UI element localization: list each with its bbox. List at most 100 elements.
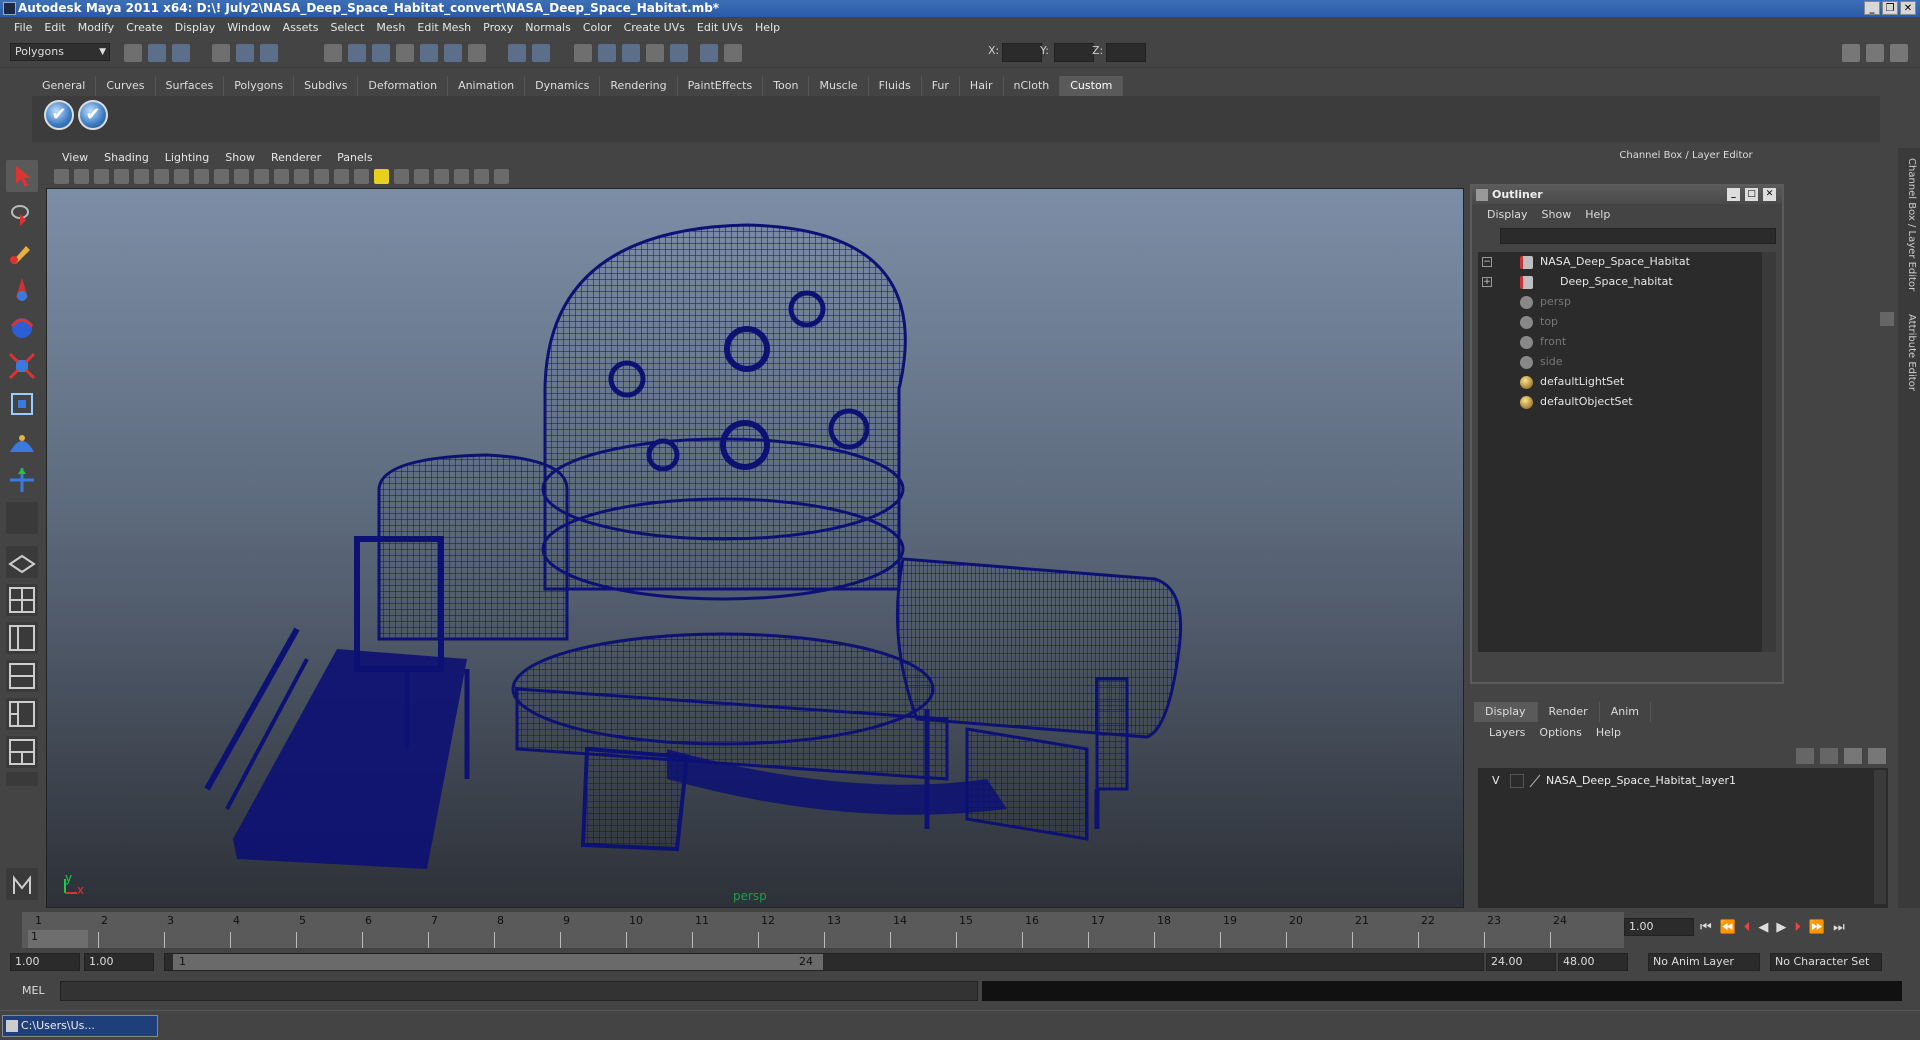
wireframe-on-shaded-icon[interactable] <box>334 169 349 184</box>
ipr-icon[interactable] <box>598 44 616 62</box>
help-icon[interactable] <box>468 44 486 62</box>
all-lights-icon[interactable] <box>394 169 409 184</box>
range-slider-handle[interactable]: 1 24 <box>173 954 823 970</box>
layer-tab-anim[interactable]: Anim <box>1600 702 1651 722</box>
shelf-check-icon[interactable]: ✔ <box>44 100 74 130</box>
shelf-tab-polygons[interactable]: Polygons <box>224 76 295 96</box>
lasso-tool-icon[interactable] <box>6 198 38 230</box>
outliner-item-defaultObjectSet[interactable]: defaultObjectSet <box>1478 392 1758 412</box>
minimize-button[interactable]: _ <box>1864 1 1880 15</box>
isolate-select-icon[interactable] <box>454 169 469 184</box>
shelf-tab-surfaces[interactable]: Surfaces <box>156 76 225 96</box>
end-time-field[interactable]: 48.00 <box>1558 953 1628 971</box>
go-to-start-icon[interactable]: ⏮ <box>1700 920 1712 935</box>
layer-row[interactable]: V NASA_Deep_Space_Habitat_layer1 <box>1482 772 1862 790</box>
outliner-item-front[interactable]: front <box>1478 332 1758 352</box>
attribute-editor-side-tab[interactable]: Attribute Editor <box>1901 314 1917 391</box>
bookmark-icon[interactable] <box>94 169 109 184</box>
persp-outliner-layout-icon[interactable] <box>6 622 38 654</box>
play-backwards-icon[interactable]: ◀ <box>1758 920 1768 935</box>
menu-select[interactable]: Select <box>324 21 370 34</box>
menu-help[interactable]: Help <box>749 21 786 34</box>
expand-icon[interactable]: + <box>1482 277 1492 287</box>
outliner-maximize-button[interactable]: □ <box>1745 188 1758 201</box>
input-line-icon[interactable] <box>700 44 718 62</box>
graph-editor-layout-icon[interactable] <box>6 736 38 768</box>
viewport-menu-lighting[interactable]: Lighting <box>157 151 217 164</box>
channel-box-toggle-icon[interactable] <box>1866 44 1884 62</box>
textured-icon[interactable] <box>354 169 369 184</box>
make-live-icon[interactable] <box>444 44 462 62</box>
play-forwards-icon[interactable]: ▶ <box>1776 920 1786 935</box>
layout-options-icon[interactable] <box>6 772 38 786</box>
soft-modification-icon[interactable] <box>6 426 38 458</box>
persp-graph-layout-icon[interactable] <box>6 660 38 692</box>
viewport-menu-panels[interactable]: Panels <box>329 151 380 164</box>
shelf-tab-general[interactable]: General <box>32 76 97 96</box>
step-back-key-icon[interactable]: ⏴ <box>1744 920 1751 935</box>
outliner-item-defaultLightSet[interactable]: defaultLightSet <box>1478 372 1758 392</box>
character-set-dropdown[interactable]: No Character Set <box>1770 953 1882 971</box>
menu-edit-uvs[interactable]: Edit UVs <box>691 21 749 34</box>
layer-menu-layers[interactable]: Layers <box>1482 726 1532 739</box>
select-tool-icon[interactable] <box>6 160 38 192</box>
menu-color[interactable]: Color <box>577 21 618 34</box>
restore-button[interactable]: ❐ <box>1882 1 1898 15</box>
menu-create-uvs[interactable]: Create UVs <box>618 21 691 34</box>
close-button[interactable]: ✕ <box>1900 1 1916 15</box>
shelf-tab-painteffects[interactable]: PaintEffects <box>678 76 764 96</box>
shelf-tab-ncloth[interactable]: nCloth <box>1004 76 1061 96</box>
outliner-item-Deep_Space_habitat[interactable]: + Deep_Space_habitat <box>1478 272 1758 292</box>
viewport-settings-icon[interactable] <box>494 169 509 184</box>
viewport-menu-view[interactable]: View <box>54 151 96 164</box>
move-tool-icon[interactable] <box>6 274 38 306</box>
four-view-layout-icon[interactable] <box>6 584 38 616</box>
step-forward-icon[interactable]: ⏩ <box>1809 920 1825 935</box>
film-gate-icon[interactable] <box>174 169 189 184</box>
grid-icon[interactable] <box>154 169 169 184</box>
snap-curve-icon[interactable] <box>348 44 366 62</box>
z-field[interactable] <box>1106 43 1146 62</box>
paint-select-tool-icon[interactable] <box>6 236 38 268</box>
viewport-menu-renderer[interactable]: Renderer <box>263 151 329 164</box>
step-back-icon[interactable]: ⏪ <box>1720 920 1736 935</box>
select-object-icon[interactable] <box>236 44 254 62</box>
playback-start-field[interactable]: 1.00 <box>84 953 154 971</box>
rotate-tool-icon[interactable] <box>6 312 38 344</box>
shelf-tab-fluids[interactable]: Fluids <box>869 76 922 96</box>
safe-action-icon[interactable] <box>254 169 269 184</box>
step-forward-key-icon[interactable]: ⏵ <box>1794 920 1801 935</box>
new-layer-selected-icon[interactable] <box>1868 748 1886 764</box>
menu-set-dropdown[interactable]: Polygons ▼ <box>10 43 110 61</box>
render-settings-icon[interactable] <box>622 44 640 62</box>
menu-proxy[interactable]: Proxy <box>477 21 519 34</box>
universal-manipulator-icon[interactable] <box>6 388 38 420</box>
layer-visibility-toggle[interactable]: V <box>1492 774 1500 787</box>
shelf-check-icon[interactable]: ✔ <box>78 100 108 130</box>
start-time-field[interactable]: 1.00 <box>10 953 80 971</box>
scale-tool-icon[interactable] <box>6 350 38 382</box>
layer-color-swatch-icon[interactable] <box>1528 774 1542 788</box>
outliner-menu-show[interactable]: Show <box>1535 208 1579 221</box>
panel-options-icon[interactable] <box>1880 312 1894 326</box>
shelf-tab-fur[interactable]: Fur <box>922 76 960 96</box>
open-scene-icon[interactable] <box>148 44 166 62</box>
layer-list-scrollbar[interactable] <box>1874 770 1886 904</box>
single-perspective-layout-icon[interactable] <box>6 546 38 578</box>
perspective-viewport[interactable]: y x persp <box>46 188 1464 908</box>
layer-menu-options[interactable]: Options <box>1532 726 1588 739</box>
y-field[interactable] <box>1054 43 1094 62</box>
last-tool-slot[interactable] <box>6 502 38 534</box>
menu-edit-mesh[interactable]: Edit Mesh <box>411 21 477 34</box>
outliner-minimize-button[interactable]: _ <box>1727 188 1740 201</box>
history-icon[interactable] <box>532 44 550 62</box>
hypershade-layout-icon[interactable] <box>6 698 38 730</box>
viewport-menu-shading[interactable]: Shading <box>96 151 157 164</box>
collapse-icon[interactable]: − <box>1482 257 1492 267</box>
x-field[interactable] <box>1002 43 1042 62</box>
xray-joints-icon[interactable] <box>474 169 489 184</box>
default-lighting-icon[interactable] <box>374 169 389 184</box>
layer-type-toggle[interactable] <box>1510 774 1524 788</box>
shelf-tab-subdivs[interactable]: Subdivs <box>294 76 359 96</box>
shelf-tab-hair[interactable]: Hair <box>960 76 1004 96</box>
